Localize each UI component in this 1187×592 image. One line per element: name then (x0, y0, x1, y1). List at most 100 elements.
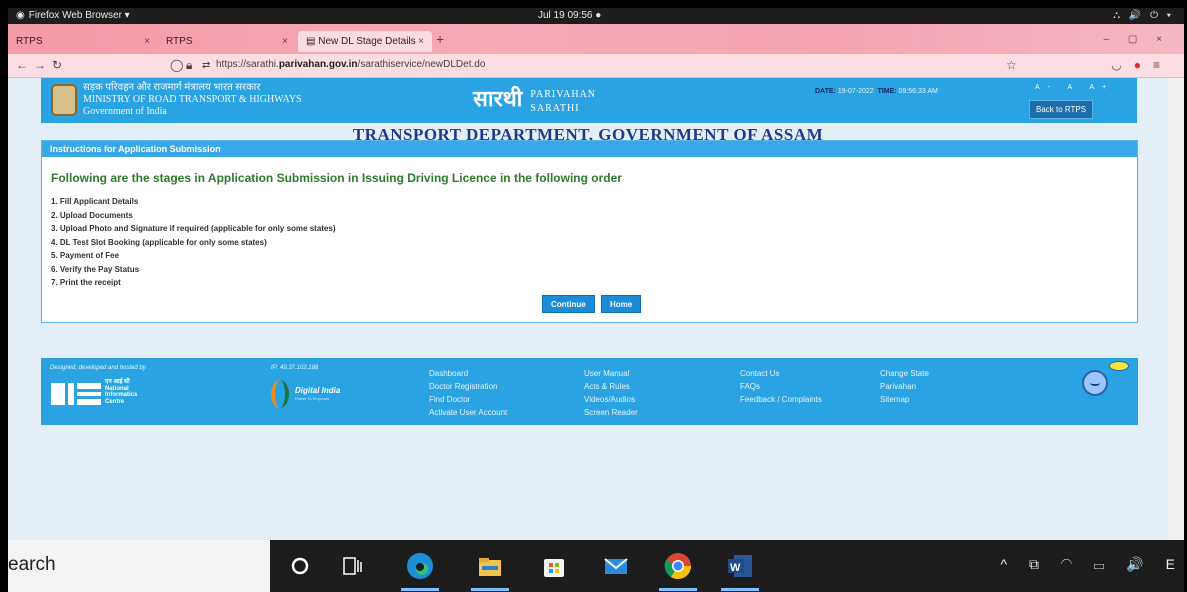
footer-link-feedback[interactable]: Feedback / Complaints (740, 393, 822, 406)
back-arrow-icon[interactable]: ← (16, 58, 28, 72)
footer-link-dashboard[interactable]: Dashboard (429, 367, 507, 380)
forward-arrow-icon[interactable]: → (34, 58, 46, 72)
store-icon[interactable] (538, 550, 570, 582)
chrome-icon[interactable] (662, 550, 694, 582)
continue-button[interactable]: Continue (542, 295, 595, 313)
screen: ◉ Firefox Web Browser ▾ Jul 19 09:56 ● ⛬… (8, 8, 1184, 592)
taskbar-search[interactable]: earch (8, 540, 270, 592)
site-header: सड़क परिवहन और राजमार्ग मंत्रालय भारत सर… (41, 78, 1137, 123)
task-view-icon[interactable] (336, 550, 368, 582)
font-size-controls[interactable]: A- A A+ (1035, 84, 1114, 91)
close-tab-icon[interactable]: × (418, 31, 424, 52)
system-tray-icons[interactable]: ⛬ 🔊 ⏻ ▾ (1113, 8, 1174, 24)
active-app-indicator (721, 588, 759, 591)
logo-line2: SARATHI (530, 103, 580, 114)
chatbot-mascot-icon[interactable] (1082, 370, 1108, 396)
site-footer: Designed, developed and hosted by IP: 49… (41, 358, 1138, 425)
tab-rtps-1[interactable]: RTPS × (8, 31, 158, 52)
tab-new-dl-stage-details[interactable]: ▤ New DL Stage Details × (298, 31, 432, 52)
firefox-icon: ◉ (16, 10, 25, 21)
bookmark-star-icon[interactable]: ☆ (1006, 58, 1017, 72)
page-icon: ▤ (306, 36, 316, 47)
new-tab-button[interactable]: + (436, 31, 444, 47)
stage-item: 7. Print the receipt (51, 278, 121, 287)
footer-link-contact-us[interactable]: Contact Us (740, 367, 822, 380)
active-app-indicator (659, 588, 697, 591)
system-tray[interactable]: ^ ⧉ ◠ ▭ 🔊 E (1000, 556, 1184, 573)
footer-link-videos-audios[interactable]: Videos/Audios (584, 393, 638, 406)
ministry-block: सड़क परिवहन और राजमार्ग मंत्रालय भारत सर… (83, 82, 302, 118)
ministry-hindi: सड़क परिवहन और राजमार्ग मंत्रालय भारत सर… (83, 82, 261, 93)
clock[interactable]: Jul 19 09:56 ● (538, 8, 601, 24)
date-value: 19-07-2022 (837, 88, 874, 95)
stage-item: 3. Upload Photo and Signature if require… (51, 224, 336, 233)
footer-link-user-manual[interactable]: User Manual (584, 367, 638, 380)
home-button[interactable]: Home (601, 295, 642, 313)
footer-link-parivahan[interactable]: Parivahan (880, 380, 929, 393)
tab-rtps-2[interactable]: RTPS × (158, 31, 296, 52)
logo-hindi: सारथी (473, 86, 523, 111)
footer-link-find-doctor[interactable]: Find Doctor (429, 393, 507, 406)
footer-link-doctor-registration[interactable]: Doctor Registration (429, 380, 507, 393)
footer-links-col2: User Manual Acts & Rules Videos/Audios S… (584, 367, 638, 419)
active-app-indicator (401, 588, 439, 591)
ip-address-text: IP: 49.37.102.188 (271, 365, 319, 371)
search-text: earch (8, 554, 56, 575)
svg-text:W: W (730, 562, 741, 574)
cortana-icon[interactable] (284, 550, 316, 582)
taskbar: earch W ^ ⧉ ◠ ▭ 🔊 E (8, 540, 1184, 592)
pocket-icon[interactable]: ◡ (1111, 58, 1133, 72)
menu-icon[interactable]: ≡ (1153, 58, 1172, 72)
government-label: Government of India (83, 106, 167, 117)
stages-list: 1. Fill Applicant Details 2. Upload Docu… (51, 195, 336, 290)
navigation-bar: ← → ↻ ◯ 🔒︎ ⇄ https://sarathi.parivahan.g… (8, 54, 1184, 78)
stage-item: 6. Verify the Pay Status (51, 264, 140, 274)
active-app-indicator (471, 588, 509, 591)
page-scrollbar[interactable] (1168, 78, 1184, 540)
time-label: TIME: (877, 88, 897, 95)
toolbar-icons[interactable]: ◡●≡ (1111, 58, 1172, 72)
url-prefix: https://sarathi. (216, 59, 279, 70)
word-icon[interactable]: W (724, 550, 756, 582)
footer-links-col3: Contact Us FAQs Feedback / Complaints (740, 367, 822, 406)
app-menu-label: Firefox Web Browser ▾ (28, 10, 130, 21)
window-controls[interactable]: – ▢ × (1104, 34, 1170, 45)
date-label: DATE: (815, 88, 836, 95)
url-path: /sarathiservice/newDLDet.do (357, 59, 486, 70)
instructions-panel: Instructions for Application Submission … (41, 140, 1138, 323)
mail-icon[interactable] (600, 550, 632, 582)
reload-icon[interactable]: ↻ (52, 58, 62, 72)
file-explorer-icon[interactable] (474, 550, 506, 582)
addon-icon[interactable]: ● (1134, 58, 1153, 72)
edge-icon[interactable] (404, 550, 436, 582)
ministry-english: MINISTRY OF ROAD TRANSPORT & HIGHWAYS (83, 94, 302, 105)
footer-link-screen-reader[interactable]: Screen Reader (584, 406, 638, 419)
footer-link-sitemap[interactable]: Sitemap (880, 393, 929, 406)
app-menu[interactable]: ◉ Firefox Web Browser ▾ (16, 8, 130, 24)
digital-india-logo: Digital India Power To Empower (271, 380, 371, 408)
close-tab-icon[interactable]: × (144, 31, 150, 52)
tab-label: RTPS (16, 36, 43, 47)
footer-link-activate-account[interactable]: Activate User Account (429, 406, 507, 419)
digital-india-name: Digital India (295, 386, 341, 395)
system-top-bar: ◉ Firefox Web Browser ▾ Jul 19 09:56 ● ⛬… (8, 8, 1184, 24)
date-time-display: DATE: 19-07-2022 TIME: 09:56:33 AM (815, 88, 938, 95)
panel-lead-text: Following are the stages in Application … (51, 171, 622, 185)
designed-by-text: Designed, developed and hosted by (50, 365, 146, 371)
footer-link-change-state[interactable]: Change State (880, 367, 929, 380)
footer-link-faqs[interactable]: FAQs (740, 380, 822, 393)
panel-heading: Instructions for Application Submission (42, 141, 1137, 157)
nic-logo: एन आई सी National Informatics Centre (51, 379, 161, 409)
shield-icon[interactable]: ◯ (170, 58, 183, 72)
sarathi-logo: सारथी PARIVAHAN SARATHI (473, 82, 596, 116)
footer-link-acts-rules[interactable]: Acts & Rules (584, 380, 638, 393)
back-to-rtps-button[interactable]: Back to RTPS (1029, 100, 1094, 119)
digital-india-tagline: Power To Empower (295, 396, 330, 401)
permissions-icon[interactable]: ⇄ (202, 60, 210, 71)
address-bar[interactable]: https://sarathi.parivahan.gov.in/sarathi… (216, 59, 485, 70)
lock-icon[interactable]: 🔒︎ (186, 58, 192, 73)
digital-india-mark-icon (271, 380, 289, 408)
chat-bubble-icon[interactable] (1109, 361, 1129, 371)
close-tab-icon[interactable]: × (282, 31, 288, 52)
stage-item: 2. Upload Documents (51, 210, 133, 220)
